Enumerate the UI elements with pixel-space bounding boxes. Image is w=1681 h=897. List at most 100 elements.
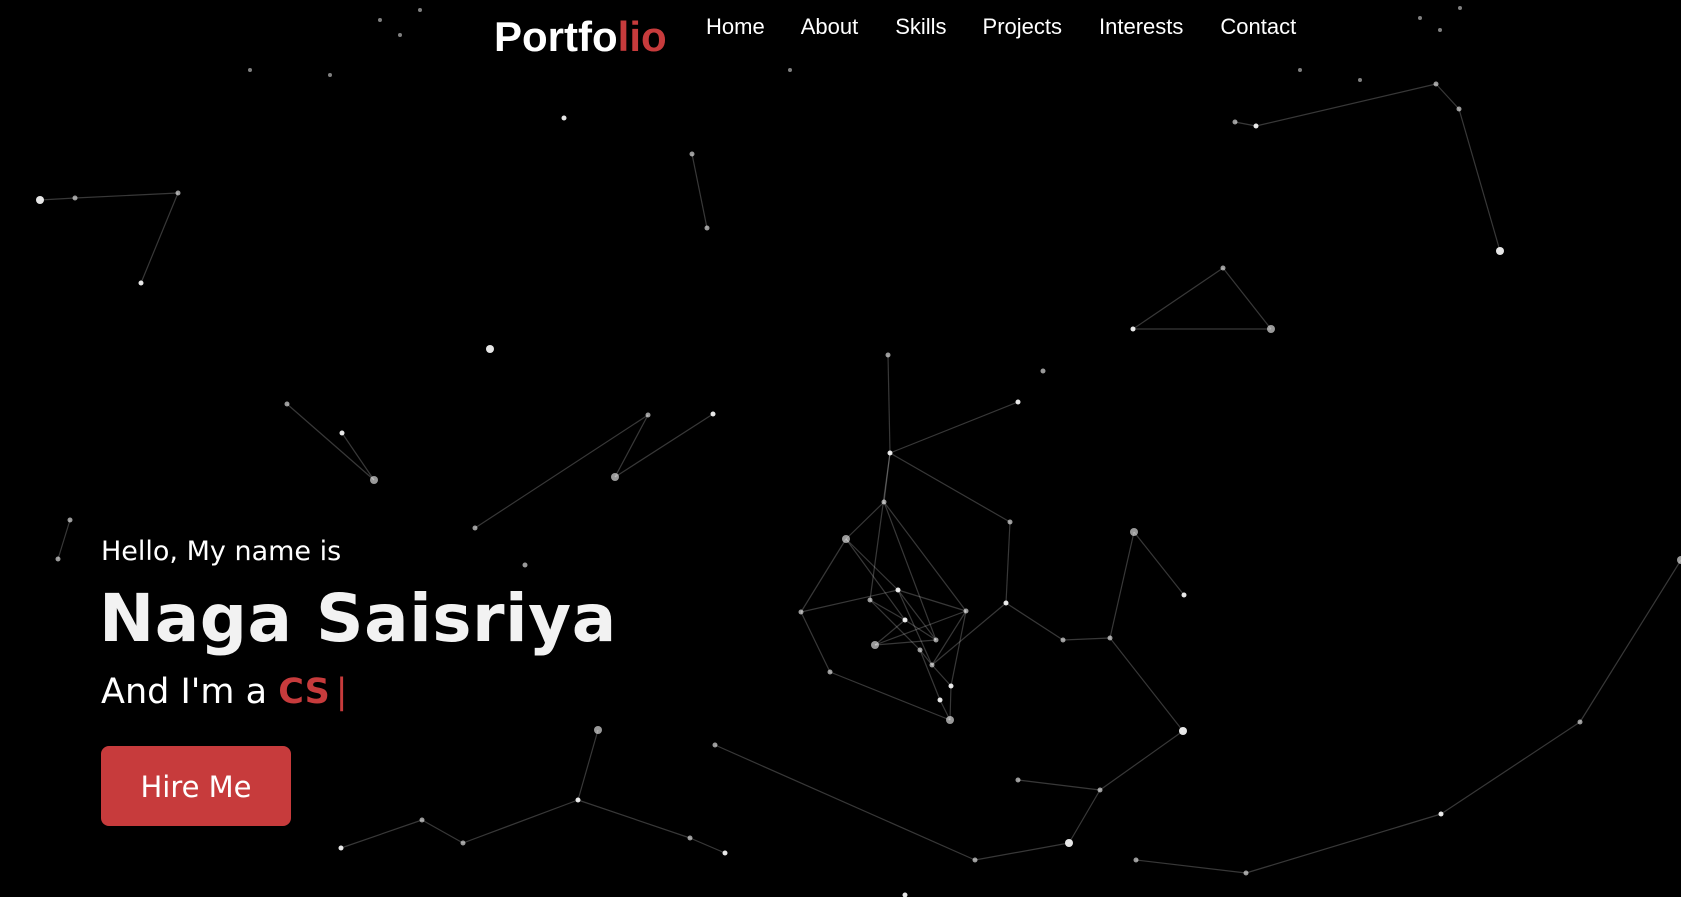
particle-node <box>937 697 943 703</box>
particle-node <box>1253 123 1259 129</box>
particle-node <box>460 840 466 846</box>
particle-link <box>931 602 1007 666</box>
particle-node <box>963 608 969 614</box>
particle-link <box>869 452 891 601</box>
particle-node <box>842 535 850 543</box>
particle-node <box>902 617 908 623</box>
particle-link <box>1005 521 1011 604</box>
particle-link <box>931 664 952 687</box>
particle-link <box>904 619 937 641</box>
particle-link <box>1458 108 1501 252</box>
particle-node <box>1496 247 1504 255</box>
particle-node <box>1130 528 1138 536</box>
particle-link <box>1222 267 1272 330</box>
particle-node <box>895 587 901 593</box>
role-prefix: And I'm a <box>101 672 268 712</box>
particle-node <box>948 683 954 689</box>
particle-node <box>175 190 181 196</box>
particle-node <box>1130 326 1136 332</box>
logo-accent: lio <box>617 13 667 60</box>
particle-node <box>611 473 619 481</box>
particle-node <box>72 195 78 201</box>
particle-node <box>1181 592 1187 598</box>
logo[interactable]: Portfolio <box>494 12 667 62</box>
particle-link <box>1132 267 1224 330</box>
logo-main: Portfo <box>494 13 618 60</box>
particle-link <box>74 192 179 199</box>
particle-link <box>845 501 885 540</box>
particle-link <box>874 619 906 646</box>
particle-link <box>1099 730 1184 791</box>
particle-node <box>798 609 804 615</box>
particle-link <box>691 153 708 229</box>
particle-node <box>933 637 939 643</box>
particle-node <box>1677 556 1681 564</box>
particle-node <box>885 352 891 358</box>
navbar: Portfolio Home About Skills Projects Int… <box>0 0 1681 80</box>
nav-item-home[interactable]: Home <box>706 14 765 40</box>
particle-link <box>800 589 899 613</box>
particle-link <box>1133 531 1185 596</box>
nav-item-projects[interactable]: Projects <box>983 14 1062 40</box>
hire-me-button[interactable]: Hire Me <box>101 746 291 826</box>
particle-link <box>897 589 967 612</box>
particle-node <box>704 225 710 231</box>
particle-link <box>714 744 976 861</box>
nav-item-contact[interactable]: Contact <box>1220 14 1296 40</box>
particle-node <box>1179 727 1187 735</box>
particle-node <box>902 892 908 897</box>
particle-node <box>486 345 494 353</box>
particle-node <box>687 835 693 841</box>
particle-node <box>1232 119 1238 125</box>
particle-node <box>1438 811 1444 817</box>
particle-link <box>889 452 1011 523</box>
particle-link <box>883 501 967 612</box>
typing-cursor: | <box>335 672 348 712</box>
particle-node <box>55 556 61 562</box>
particle-node <box>1220 265 1226 271</box>
particle-link <box>1234 121 1257 127</box>
role-typed-text: CS <box>278 672 330 712</box>
particle-link <box>474 414 649 529</box>
particle-node <box>1267 325 1275 333</box>
particle-link <box>889 401 1019 454</box>
particle-node <box>710 411 716 417</box>
particle-node <box>1456 106 1462 112</box>
nav-item-skills[interactable]: Skills <box>895 14 946 40</box>
hero-section: Hello, My name is Naga Saisriya And I'm … <box>99 530 617 826</box>
particle-link <box>1255 83 1437 127</box>
hero-greeting: Hello, My name is <box>101 536 342 567</box>
particle-link <box>1109 637 1184 732</box>
particle-node <box>338 845 344 851</box>
particle-node <box>1015 399 1021 405</box>
particle-link <box>1435 83 1460 110</box>
particle-node <box>1133 857 1139 863</box>
particle-node <box>917 647 923 653</box>
particle-link <box>57 519 71 560</box>
nav-item-about[interactable]: About <box>801 14 859 40</box>
particle-node <box>689 151 695 157</box>
particle-link <box>1245 813 1442 874</box>
particle-link <box>614 413 714 478</box>
particle-link <box>39 197 76 201</box>
particle-link <box>1068 789 1101 844</box>
hero-role: And I'm a CS | <box>101 664 617 720</box>
particle-node <box>1007 519 1013 525</box>
particle-node <box>929 662 935 668</box>
nav-item-interests[interactable]: Interests <box>1099 14 1183 40</box>
particle-link <box>887 354 891 454</box>
particle-link <box>689 837 726 854</box>
particle-link <box>1062 637 1111 641</box>
particle-node <box>1097 787 1103 793</box>
particle-link <box>1005 602 1064 641</box>
particle-node <box>1433 81 1439 87</box>
particle-node <box>1243 870 1249 876</box>
particle-node <box>284 401 290 407</box>
hero-name: Naga Saisriya <box>99 580 617 657</box>
particle-node <box>561 115 567 121</box>
particle-link <box>800 611 831 673</box>
particle-node <box>370 476 378 484</box>
particle-node <box>1015 777 1021 783</box>
particle-node <box>881 499 887 505</box>
particle-node <box>887 450 893 456</box>
